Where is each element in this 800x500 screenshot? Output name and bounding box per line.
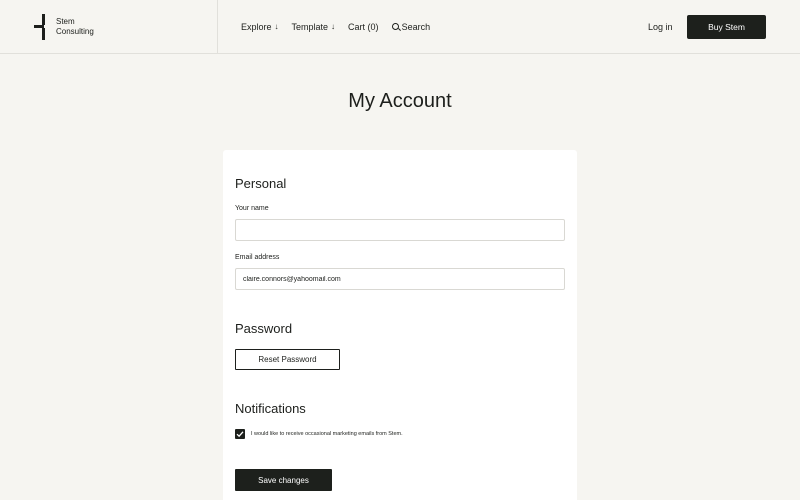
arrow-down-icon: ↓ — [331, 22, 336, 31]
account-card: Personal Your name Email address Passwor… — [223, 150, 577, 500]
brand-name: Stem Consulting — [56, 17, 94, 37]
password-section-title: Password — [235, 321, 293, 336]
site-header: Stem Consulting Explore ↓ Template ↓ Car… — [0, 0, 800, 54]
nav-template[interactable]: Template ↓ — [292, 22, 336, 32]
login-link[interactable]: Log in — [648, 22, 673, 32]
marketing-checkbox[interactable] — [235, 429, 245, 439]
arrow-down-icon: ↓ — [274, 22, 279, 31]
marketing-checkbox-label: I would like to receive occasional marke… — [251, 431, 403, 437]
buy-stem-button[interactable]: Buy Stem — [687, 15, 766, 39]
nav-template-label: Template — [291, 21, 329, 32]
name-field[interactable] — [235, 219, 565, 241]
save-changes-button[interactable]: Save changes — [235, 469, 332, 491]
search-icon — [391, 23, 399, 30]
brand-line1: Stem — [56, 17, 75, 26]
reset-password-button[interactable]: Reset Password — [235, 349, 340, 370]
nav-cart[interactable]: Cart (0) — [348, 22, 379, 32]
stem-logo-icon — [34, 14, 52, 40]
nav-search-label: Search — [401, 21, 431, 32]
brand[interactable]: Stem Consulting — [0, 0, 218, 53]
nav-explore-label: Explore — [241, 21, 272, 32]
personal-section-title: Personal — [235, 176, 287, 191]
email-label: Email address — [235, 254, 280, 261]
email-field[interactable] — [235, 268, 565, 290]
checkmark-icon — [236, 431, 244, 438]
nav-search[interactable]: Search — [391, 21, 431, 32]
nav-explore[interactable]: Explore ↓ — [241, 22, 279, 32]
nav-cart-label: Cart (0) — [348, 21, 379, 32]
notifications-section-title: Notifications — [235, 401, 306, 416]
main-nav: Explore ↓ Template ↓ Cart (0) Search — [241, 0, 443, 53]
name-label: Your name — [235, 205, 269, 212]
brand-line2: Consulting — [56, 27, 94, 36]
page-title: My Account — [348, 90, 452, 112]
